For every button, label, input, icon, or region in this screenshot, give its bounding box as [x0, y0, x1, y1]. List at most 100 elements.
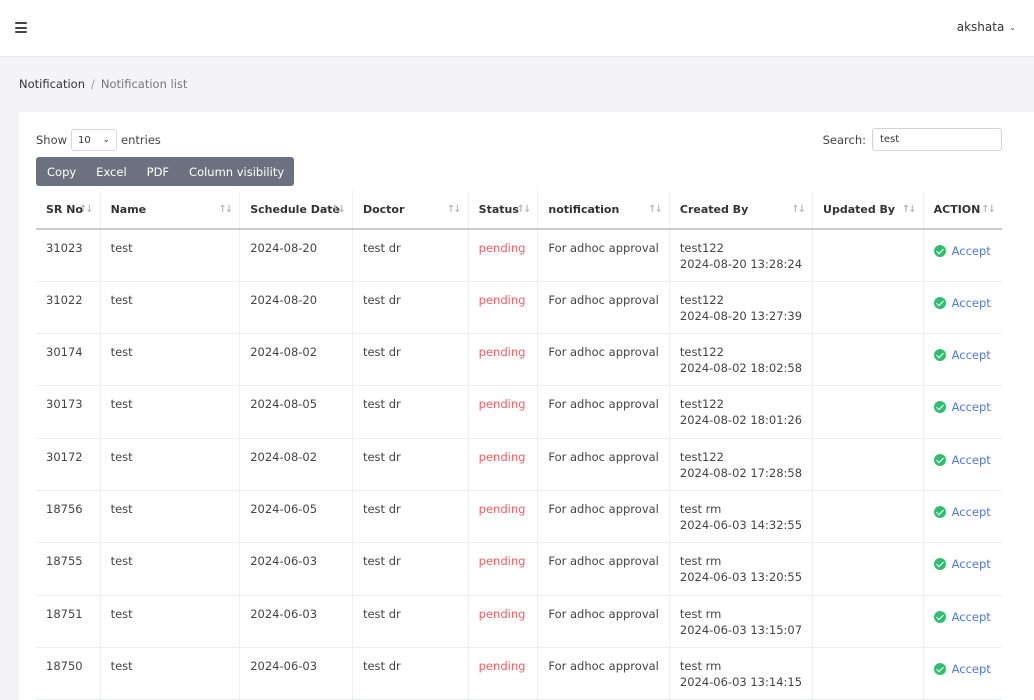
column-header-notification[interactable]: notification ↑↓ — [537, 191, 670, 230]
accept-button[interactable]: Accept — [933, 399, 992, 415]
cell-schedule-date: 2024-08-20 — [239, 229, 353, 282]
column-header-sr-no[interactable]: SR No ↑↓ — [36, 191, 101, 230]
user-name: akshata — [956, 20, 1005, 34]
table-body: 31023 test 2024-08-20 test dr pending For adh… — [36, 229, 1002, 700]
accept-button[interactable]: Accept — [933, 347, 992, 363]
cell-notification: For adhoc approval — [537, 229, 670, 282]
cell-doctor: test dr — [352, 595, 469, 648]
accept-button[interactable]: Accept — [933, 609, 992, 625]
cell-name: test — [100, 542, 241, 596]
cell-created-by: test rm 2024-06-03 13:14:15 — [669, 647, 814, 700]
breadcrumb: Notification / Notification list — [19, 77, 187, 91]
column-header-schedule-date[interactable]: Schedule Date ↑↓ — [239, 191, 353, 230]
accept-label: Accept — [951, 295, 991, 310]
cell-sr-no: 18755 — [36, 542, 101, 596]
sort-icon: ↑↓ — [981, 204, 996, 215]
cell-updated-by — [812, 542, 924, 596]
show-label: Show — [36, 133, 68, 147]
breadcrumb-parent[interactable]: Notification — [19, 77, 85, 91]
created-by-timestamp: 2024-08-02 17:28:58 — [679, 465, 803, 480]
sort-icon: ↑↓ — [331, 204, 346, 215]
accept-button[interactable]: Accept — [933, 295, 992, 311]
created-by-name: test122 — [679, 397, 724, 412]
column-header-name[interactable]: Name ↑↓ — [100, 191, 241, 230]
column-header-action[interactable]: ACTION ↑↓ — [923, 191, 1002, 230]
table-header-row: SR No ↑↓ Name ↑↓ Schedule Date ↑↓ Doctor ↑↓ … — [36, 191, 1002, 230]
table-row: 18756 test 2024-06-05 test dr pending For adh… — [36, 490, 1002, 544]
created-by-timestamp: 2024-06-03 13:15:07 — [679, 622, 803, 637]
column-header-status[interactable]: Status ↑↓ — [468, 191, 539, 230]
table-row: 30173 test 2024-08-05 test dr pending For adh… — [36, 385, 1002, 439]
created-by-name: test rm — [679, 501, 722, 516]
sort-icon: ↑↓ — [648, 204, 663, 215]
excel-button[interactable]: Excel — [86, 157, 136, 186]
cell-notification: For adhoc approval — [537, 490, 670, 544]
cell-created-by: test122 2024-08-02 17:28:58 — [669, 438, 814, 491]
accept-label: Accept — [951, 244, 991, 258]
column-header-updated-by[interactable]: Updated By ↑↓ — [812, 191, 924, 230]
accept-button[interactable]: Accept — [933, 556, 992, 572]
cell-name: test — [100, 229, 241, 282]
cell-doctor: test dr — [352, 490, 469, 544]
pdf-button[interactable]: PDF — [137, 157, 179, 186]
check-circle-icon — [933, 401, 946, 414]
hamburger-icon[interactable] — [15, 22, 27, 33]
entries-length-control: Show 10 ⌄ entries — [36, 129, 161, 151]
accept-label: Accept — [951, 400, 991, 415]
created-by-name: test122 — [679, 345, 724, 360]
cell-action: Accept — [923, 229, 1002, 282]
table-row: 31022 test 2024-08-20 test dr pending For adh… — [36, 281, 1002, 335]
cell-schedule-date: 2024-08-20 — [239, 281, 353, 335]
accept-label: Accept — [951, 557, 991, 572]
top-bar: akshata ⌄ — [0, 0, 1034, 57]
cell-updated-by — [812, 438, 924, 491]
cell-updated-by — [812, 281, 924, 335]
notification-card: Show 10 ⌄ entries Search: Copy Excel PDF… — [19, 112, 1034, 700]
status-badge: pending — [468, 647, 539, 700]
created-by-timestamp: 2024-08-20 13:28:24 — [679, 257, 803, 271]
cell-doctor: test dr — [352, 333, 469, 387]
accept-button[interactable]: Accept — [933, 452, 992, 468]
table-row: 31023 test 2024-08-20 test dr pending For adh… — [36, 229, 1002, 282]
cell-updated-by — [812, 333, 924, 387]
column-visibility-button[interactable]: Column visibility — [179, 157, 294, 186]
created-by-timestamp: 2024-06-03 13:14:15 — [679, 674, 803, 689]
created-by-timestamp: 2024-08-02 18:01:26 — [679, 413, 803, 428]
cell-doctor: test dr — [352, 647, 469, 700]
accept-label: Accept — [951, 348, 991, 363]
cell-action: Accept — [923, 333, 1002, 387]
created-by-name: test rm — [679, 606, 722, 621]
accept-button[interactable]: Accept — [933, 243, 992, 259]
cell-notification: For adhoc approval — [537, 385, 670, 439]
accept-label: Accept — [951, 609, 991, 624]
status-badge: pending — [468, 333, 539, 387]
user-menu[interactable]: akshata ⌄ — [957, 20, 1016, 34]
cell-name: test — [100, 385, 241, 439]
accept-button[interactable]: Accept — [933, 661, 992, 677]
cell-name: test — [100, 595, 241, 648]
sort-icon: ↑↓ — [78, 204, 94, 215]
cell-action: Accept — [923, 490, 1002, 544]
check-circle-icon — [933, 505, 946, 518]
breadcrumb-separator: / — [91, 77, 95, 91]
cell-doctor: test dr — [352, 229, 469, 282]
cell-name: test — [100, 333, 241, 387]
cell-notification: For adhoc approval — [537, 438, 670, 491]
cell-name: test — [100, 490, 241, 544]
cell-sr-no: 30172 — [36, 438, 101, 491]
search-control: Search: — [823, 128, 1002, 151]
search-input[interactable] — [872, 128, 1002, 151]
created-by-timestamp: 2024-08-20 13:27:39 — [679, 308, 803, 323]
entries-select[interactable]: 10 ⌄ — [71, 129, 118, 151]
check-circle-icon — [933, 349, 946, 362]
column-header-doctor[interactable]: Doctor ↑↓ — [352, 191, 469, 230]
accept-label: Accept — [951, 504, 991, 519]
cell-sr-no: 31023 — [36, 229, 101, 282]
notification-table: SR No ↑↓ Name ↑↓ Schedule Date ↑↓ Doctor ↑↓ … — [36, 191, 1002, 700]
accept-button[interactable]: Accept — [933, 504, 992, 520]
cell-notification: For adhoc approval — [537, 595, 670, 648]
column-header-created-by[interactable]: Created By ↑↓ — [669, 191, 814, 230]
check-circle-icon — [933, 662, 946, 675]
cell-sr-no: 30173 — [36, 385, 101, 439]
copy-button[interactable]: Copy — [36, 157, 86, 186]
